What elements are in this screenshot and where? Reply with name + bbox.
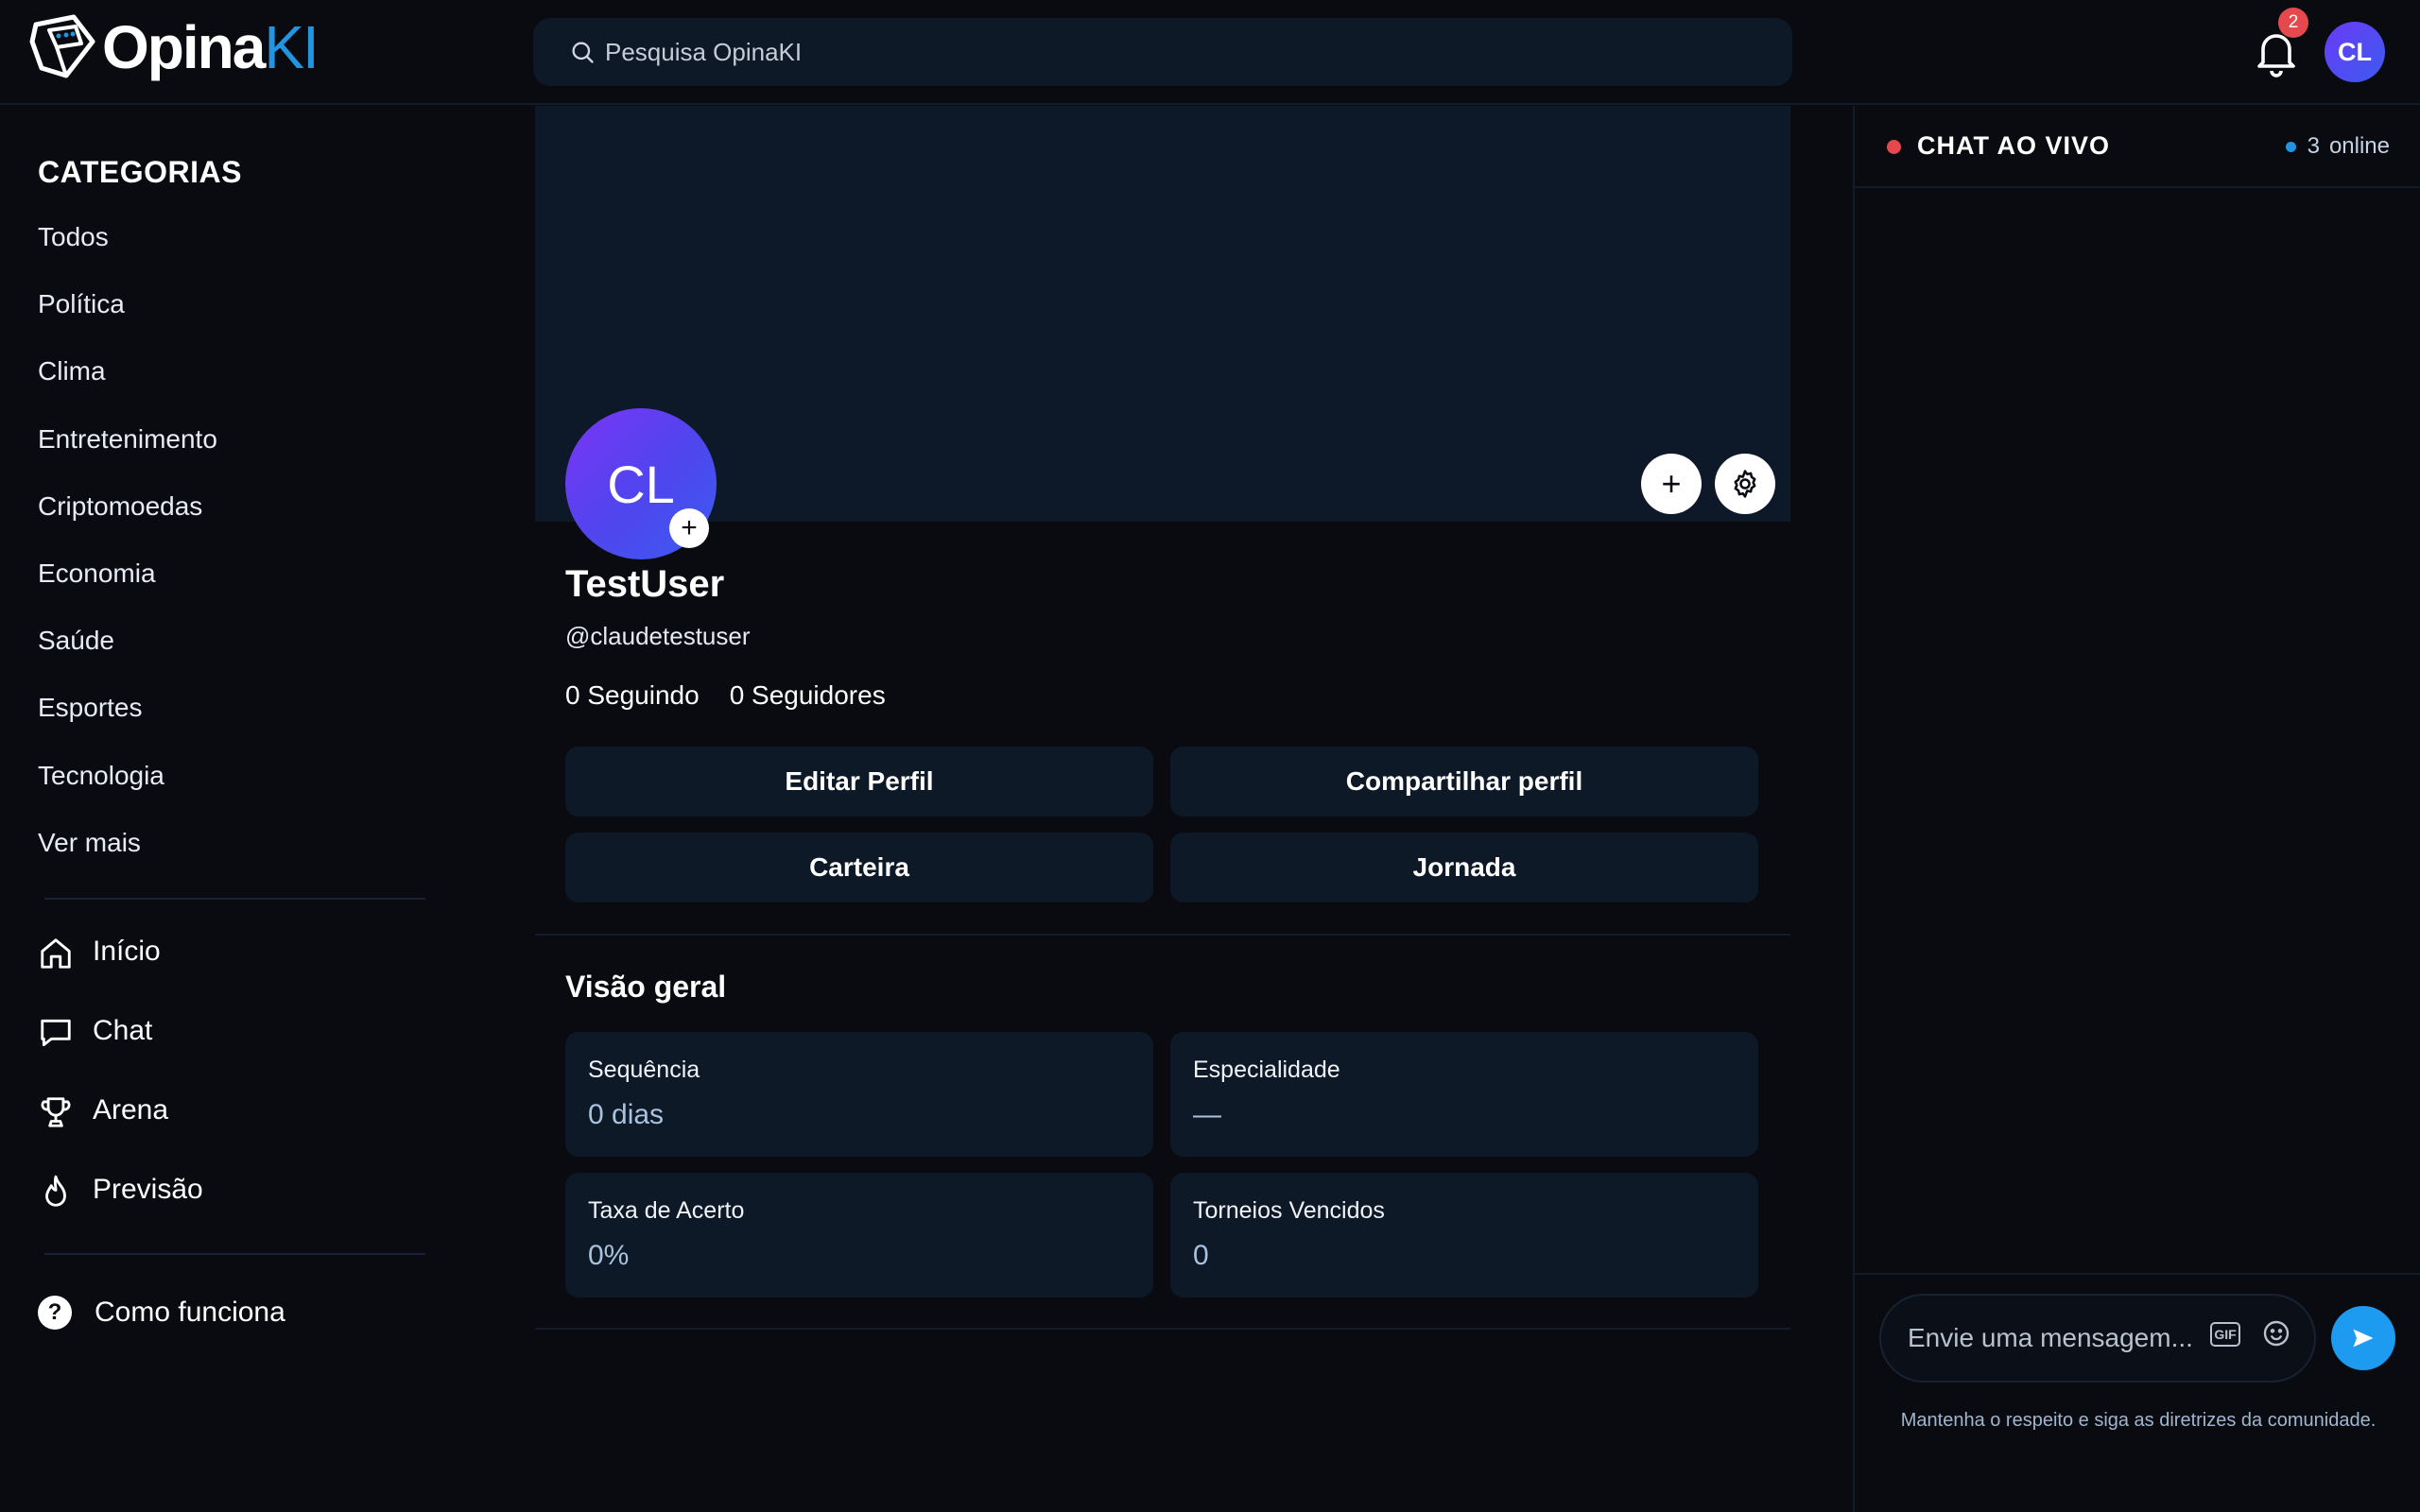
stat-value: 0% <box>588 1240 630 1271</box>
online-label: online <box>2328 133 2390 159</box>
nav-label: Início <box>93 936 161 967</box>
search-icon <box>572 42 594 63</box>
flame-icon <box>45 1175 66 1207</box>
live-chat-panel: CHAT AO VIVO 3 online GIF Mantenha o res… <box>1853 106 2420 1512</box>
edit-profile-button[interactable]: Editar Perfil <box>565 747 1153 816</box>
send-icon <box>2353 1329 2374 1348</box>
profile-cover <box>535 106 1790 522</box>
stat-label: Especialidade <box>1193 1057 1340 1083</box>
nav-item-home[interactable]: Início <box>38 936 203 1015</box>
category-item[interactable]: Tecnologia <box>38 761 217 829</box>
chat-footer-divider <box>1855 1273 2420 1275</box>
stat-value: 0 dias <box>588 1099 665 1130</box>
chat-title: CHAT AO VIVO <box>1917 131 2111 160</box>
search-bar[interactable] <box>533 18 1792 86</box>
sidebar-divider <box>44 898 425 900</box>
category-item[interactable]: Clima <box>38 357 217 424</box>
plus-icon: + <box>1661 464 1682 503</box>
category-item[interactable]: Criptomoedas <box>38 491 217 559</box>
stat-label: Torneios Vencidos <box>1193 1197 1385 1224</box>
category-item[interactable]: Todos <box>38 222 217 290</box>
logo-cube-icon <box>29 14 95 78</box>
chat-message-input[interactable] <box>1908 1323 2201 1353</box>
followers-count[interactable]: 0 Seguidores <box>730 680 886 711</box>
category-item[interactable]: Esportes <box>38 694 217 761</box>
community-guidelines-note: Mantenha o respeito e siga as diretrizes… <box>1900 1410 2377 1431</box>
category-item[interactable]: Política <box>38 290 217 357</box>
category-list: Todos Política Clima Entretenimento Crip… <box>38 222 217 896</box>
section-divider <box>535 934 1790 936</box>
how-it-works-link[interactable]: ? Como funciona <box>38 1296 285 1330</box>
profile-display-name: TestUser <box>565 563 725 605</box>
stat-card-streak: Sequência 0 dias <box>565 1032 1153 1157</box>
profile-main: CL + + TestUser @claudetestuser 0 Seguin… <box>535 106 1790 1330</box>
gif-icon[interactable]: GIF <box>2210 1322 2240 1347</box>
stat-value: 0 <box>1193 1240 1209 1271</box>
trophy-icon <box>41 1097 71 1127</box>
overview-title: Visão geral <box>565 970 727 1004</box>
nav-item-forecast[interactable]: Previsão <box>38 1174 203 1253</box>
online-dot <box>2285 141 2296 152</box>
category-item[interactable]: Saúde <box>38 627 217 694</box>
top-bar: OpinaKI 2 CL <box>0 0 2420 105</box>
logo-wordmark-main: Opina <box>102 13 266 81</box>
category-item[interactable]: Entretenimento <box>38 424 217 492</box>
stat-label: Taxa de Acerto <box>588 1197 745 1224</box>
share-profile-button[interactable]: Compartilhar perfil <box>1170 747 1758 816</box>
nav-label: Chat <box>93 1015 153 1046</box>
main-nav: Início Chat Arena Previsão <box>38 936 203 1253</box>
stat-card-accuracy: Taxa de Acerto 0% <box>565 1173 1153 1297</box>
nav-label: Previsão <box>93 1174 203 1205</box>
nav-label: Arena <box>93 1094 169 1125</box>
category-see-more[interactable]: Ver mais <box>38 828 217 896</box>
categories-title: CATEGORIAS <box>38 155 242 189</box>
stat-card-tournaments: Torneios Vencidos 0 <box>1170 1173 1758 1297</box>
logo-wordmark-accent: KI <box>264 13 319 81</box>
stat-value: — <box>1193 1099 1221 1130</box>
emoji-icon[interactable] <box>2261 1318 2291 1349</box>
category-item[interactable]: Economia <box>38 558 217 627</box>
chat-bubble-icon <box>41 1019 71 1047</box>
nav-item-chat[interactable]: Chat <box>38 1015 203 1094</box>
left-sidebar: CATEGORIAS Todos Política Clima Entreten… <box>0 106 444 1512</box>
stat-card-specialty: Especialidade — <box>1170 1032 1758 1157</box>
section-divider <box>535 1328 1790 1330</box>
chat-input-box[interactable]: GIF <box>1879 1294 2316 1383</box>
notification-badge: 2 <box>2278 8 2308 38</box>
home-icon <box>41 938 71 969</box>
search-input[interactable] <box>605 37 1739 67</box>
logo[interactable]: OpinaKI <box>28 13 320 81</box>
online-indicator: 3 online <box>2285 133 2390 160</box>
avatar-add-button[interactable]: + <box>669 508 709 548</box>
profile-handle: @claudetestuser <box>565 622 751 650</box>
stat-label: Sequência <box>588 1057 700 1083</box>
sidebar-divider <box>44 1253 425 1255</box>
settings-button[interactable] <box>1715 454 1775 514</box>
following-count[interactable]: 0 Seguindo <box>565 680 700 711</box>
chat-header: CHAT AO VIVO 3 online <box>1855 106 2420 188</box>
journey-button[interactable]: Jornada <box>1170 833 1758 902</box>
send-message-button[interactable] <box>2331 1306 2395 1370</box>
how-it-works-label: Como funciona <box>95 1297 285 1328</box>
follow-counts: 0 Seguindo 0 Seguidores <box>565 680 886 711</box>
question-circle-icon: ? <box>38 1296 72 1330</box>
live-indicator-dot <box>1887 140 1901 154</box>
add-cover-button[interactable]: + <box>1641 454 1702 514</box>
user-avatar[interactable]: CL <box>2325 22 2385 82</box>
plus-icon: + <box>681 512 698 543</box>
gear-icon <box>1734 470 1756 498</box>
logo-wordmark: OpinaKI <box>102 17 320 77</box>
online-count: 3 <box>2307 133 2320 159</box>
wallet-button[interactable]: Carteira <box>565 833 1153 902</box>
nav-item-arena[interactable]: Arena <box>38 1094 203 1174</box>
